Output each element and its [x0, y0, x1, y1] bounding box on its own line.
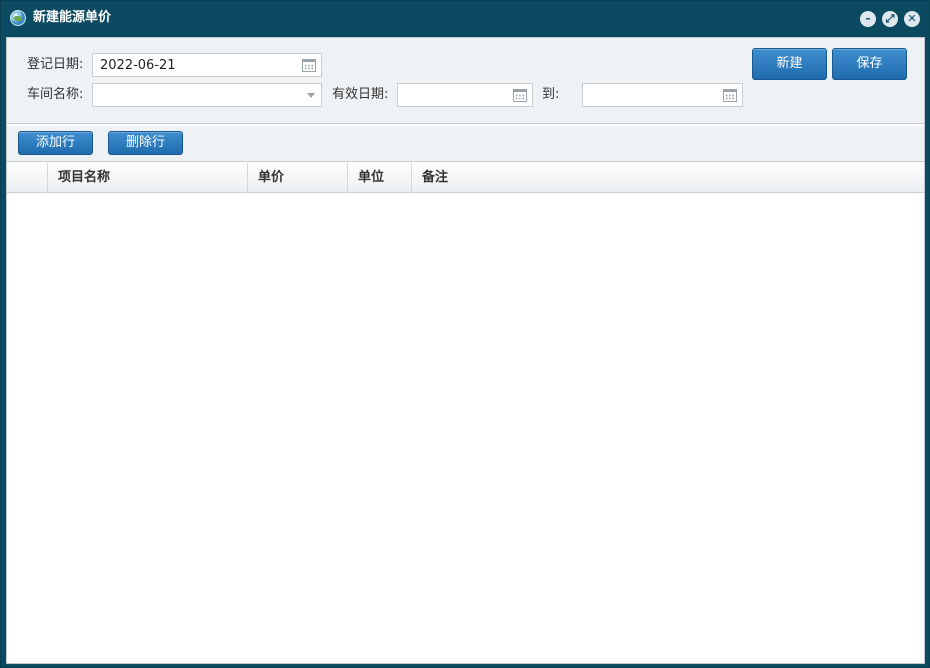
register-date-value: 2022-06-21	[100, 58, 176, 73]
chevron-down-icon[interactable]	[307, 93, 315, 98]
maximize-icon[interactable]: ⤢	[882, 11, 898, 27]
title-bar[interactable]: 新建能源单价 – ⤢ ✕	[1, 1, 929, 37]
form-panel: 登记日期: 2022-06-21 车间名称: 有效日期: 到: 新建 保存	[7, 38, 924, 124]
window-title: 新建能源单价	[33, 10, 112, 25]
close-icon[interactable]: ✕	[904, 11, 920, 27]
valid-to-field[interactable]	[582, 83, 743, 107]
valid-from-field[interactable]	[397, 83, 533, 107]
globe-icon	[10, 10, 26, 26]
to-label: 到:	[542, 87, 560, 102]
valid-date-label: 有效日期:	[332, 87, 389, 102]
register-date-label: 登记日期:	[27, 57, 84, 72]
workshop-select[interactable]	[92, 83, 322, 107]
calendar-icon[interactable]	[513, 89, 527, 102]
add-row-button[interactable]: 添加行	[18, 131, 93, 155]
register-date-field[interactable]: 2022-06-21	[92, 53, 322, 77]
minimize-icon[interactable]: –	[860, 11, 876, 27]
grid-toolbar: 添加行 删除行	[7, 126, 924, 162]
column-header-remark[interactable]: 备注	[412, 163, 924, 193]
delete-row-button[interactable]: 删除行	[108, 131, 183, 155]
calendar-icon[interactable]	[723, 89, 737, 102]
column-header-item-name[interactable]: 项目名称	[48, 163, 248, 193]
save-button[interactable]: 保存	[832, 48, 907, 80]
column-header-unit-price[interactable]: 单价	[248, 163, 348, 193]
column-header-unit[interactable]: 单位	[348, 163, 412, 193]
grid-body[interactable]	[7, 194, 924, 663]
new-button[interactable]: 新建	[752, 48, 827, 80]
calendar-icon[interactable]	[302, 59, 316, 72]
workshop-label: 车间名称:	[27, 87, 84, 102]
grid-header: 项目名称 单价 单位 备注	[7, 163, 924, 193]
dialog-content: 登记日期: 2022-06-21 车间名称: 有效日期: 到: 新建 保存 添加…	[6, 37, 925, 664]
column-header-index[interactable]	[7, 163, 48, 193]
dialog-window: 新建能源单价 – ⤢ ✕ 登记日期: 2022-06-21 车间名称: 有效日期…	[0, 0, 930, 668]
